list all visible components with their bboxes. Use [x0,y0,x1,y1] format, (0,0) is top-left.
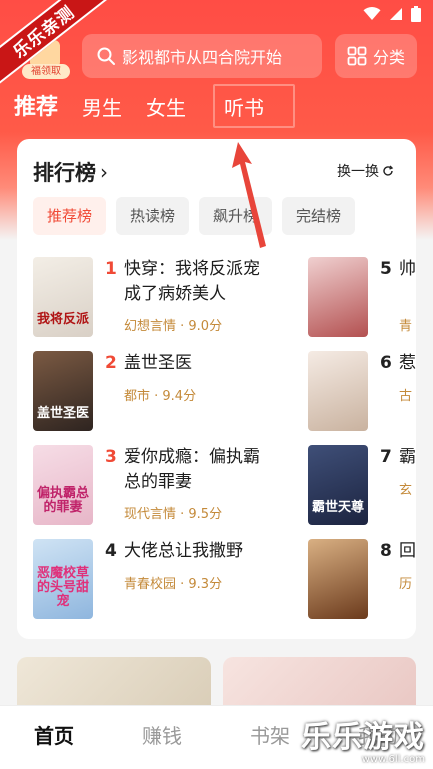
search-bar[interactable]: 影视都市从四合院开始 [82,34,322,78]
signal-icon [390,8,402,20]
book-cover-7: 霸世天尊 [308,445,368,525]
nav-home[interactable]: 首页 [0,706,108,769]
wifi-icon [363,7,381,20]
grid-icon [347,46,367,66]
book-meta-8: 历 [399,577,413,592]
watermark-logo: 乐乐游戏 www.6ll.com [301,712,425,765]
cover-title-2: 盖世圣医 [36,406,89,421]
book-cover-4: 恶魔校草的头号甜宠 [33,539,93,619]
category-button[interactable]: 分类 [335,34,417,78]
book-title-2: 盖世圣医 [124,353,192,373]
rank-number-5: 5 [380,259,392,279]
search-placeholder: 影视都市从四合院开始 [122,48,283,67]
rank-number-3: 3 [105,447,117,467]
book-meta-5: 青 [399,319,413,334]
ranking-book-list: 我将反派 1 快穿：我将反派宠成了病娇美人 幻想言情 · 9.0分 盖世圣医 2… [17,257,416,637]
book-cover-1: 我将反派 [33,257,93,337]
book-meta-3: 现代言情 · 9.5分 [124,507,223,522]
book-title-6: 惹 [399,353,416,373]
book-cover-3: 偏执霸总的罪妻 [33,445,93,525]
book-item-1[interactable]: 我将反派 1 快穿：我将反派宠成了病娇美人 幻想言情 · 9.0分 [33,257,283,339]
book-cover-6 [308,351,368,431]
chip-recommend[interactable]: 推荐榜 [33,197,107,235]
search-icon [97,47,115,65]
book-item-6[interactable]: 6 惹 古 [308,351,416,433]
book-meta-4: 青春校园 · 9.3分 [124,577,223,592]
rank-number-2: 2 [105,353,117,373]
book-title-5: 帅 [399,259,416,279]
ranking-chips: 推荐榜 热读榜 飙升榜 完结榜 [33,197,356,235]
book-title-3: 爱你成瘾：偏执霸总的罪妻 [124,447,260,492]
swap-button-label: 换一换 [337,164,379,180]
ranking-title-text: 排行榜 [33,161,96,185]
chip-finished[interactable]: 完结榜 [282,197,356,235]
rank-number-1: 1 [105,259,117,279]
cover-title-1: 我将反派 [36,312,89,327]
book-title-1: 快穿：我将反派宠成了病娇美人 [124,259,260,304]
tab-male[interactable]: 男生 [82,90,122,126]
book-item-7[interactable]: 霸世天尊 7 霸 玄 [308,445,416,527]
ranking-card: 排行榜 › 换一换 推荐榜 热读榜 飙升榜 完结榜 我将反派 1 快穿：我将反派… [17,139,416,639]
book-meta-1: 幻想言情 · 9.0分 [124,319,223,334]
rank-number-8: 8 [380,541,392,561]
tab-recommend[interactable]: 推荐 [14,90,58,126]
cover-title-4: 恶魔校草的头号甜宠 [36,566,89,609]
book-item-3[interactable]: 偏执霸总的罪妻 3 爱你成瘾：偏执霸总的罪妻 现代言情 · 9.5分 [33,445,283,527]
rank-number-6: 6 [380,353,392,373]
tab-female[interactable]: 女生 [146,90,186,126]
chip-hot[interactable]: 热读榜 [116,197,190,235]
nav-earn[interactable]: 赚钱 [108,706,216,769]
annotation-arrow-icon [232,142,266,248]
rank-number-7: 7 [380,447,392,467]
book-title-8: 回 [399,541,416,561]
cover-title-3: 偏执霸总的罪妻 [36,486,89,515]
book-meta-6: 古 [399,389,413,404]
book-title-7: 霸 [399,447,416,467]
gift-badge-label: 福领取 [22,64,70,79]
ranking-title[interactable]: 排行榜 › [33,157,108,187]
battery-icon [411,6,421,22]
book-item-2[interactable]: 盖世圣医 2 盖世圣医 都市 · 9.4分 [33,351,283,433]
book-title-4: 大佬总让我撒野 [124,541,243,561]
book-item-8[interactable]: 8 回 历 [308,539,416,621]
annotation-highlight-box [213,84,295,128]
watermark-brand: 乐乐游戏 [301,720,425,755]
chevron-right-icon: › [100,160,108,184]
swap-button[interactable]: 换一换 [337,161,394,181]
rank-number-4: 4 [105,541,117,561]
book-meta-7: 玄 [399,483,413,498]
book-item-4[interactable]: 恶魔校草的头号甜宠 4 大佬总让我撒野 青春校园 · 9.3分 [33,539,283,621]
category-button-label: 分类 [372,48,405,67]
book-cover-5 [308,257,368,337]
book-cover-8 [308,539,368,619]
book-cover-2: 盖世圣医 [33,351,93,431]
book-item-5[interactable]: 5 帅 青 [308,257,416,339]
book-meta-2: 都市 · 9.4分 [124,389,197,404]
refresh-icon [383,165,394,176]
cover-title-7: 霸世天尊 [311,500,364,515]
